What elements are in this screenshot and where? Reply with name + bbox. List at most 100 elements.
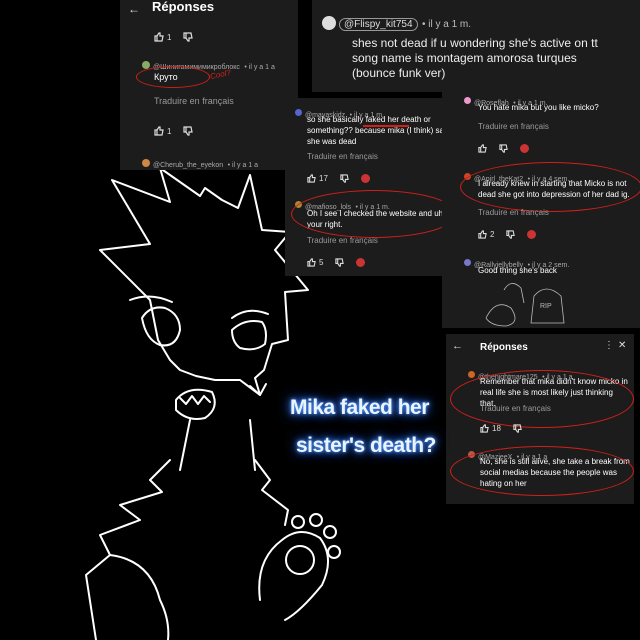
neck xyxy=(179,419,256,471)
translate-link[interactable]: Traduire en français xyxy=(480,404,551,413)
translate-link[interactable]: Traduire en français xyxy=(307,152,378,161)
like-button[interactable]: 17 xyxy=(307,174,328,183)
teeth xyxy=(179,395,211,405)
paw-toe-1 xyxy=(291,515,305,529)
sketch-doodle: RIP xyxy=(485,283,565,327)
avatar[interactable] xyxy=(295,201,302,209)
like-count: 2 xyxy=(490,230,495,239)
like-button[interactable]: 5 xyxy=(307,258,323,267)
thumb-up-icon xyxy=(478,230,487,239)
comment-text: I already knew in starting that Micko is… xyxy=(478,179,630,199)
thumb-down-icon xyxy=(335,258,345,267)
arm xyxy=(109,554,170,640)
thumb-up-icon xyxy=(478,144,487,153)
thumb-up-icon xyxy=(307,174,316,183)
thumb-down-icon xyxy=(513,424,522,433)
comment-time: • il y a 1 m. xyxy=(421,19,472,30)
dislike-button[interactable] xyxy=(340,174,349,183)
translate-link[interactable]: Traduire en français xyxy=(478,122,549,131)
hair-outline xyxy=(99,167,309,396)
body-right xyxy=(254,459,289,526)
like-button[interactable]: 1 xyxy=(154,32,171,42)
creator-heart-icon xyxy=(360,174,370,183)
comment-panel-2: @Flispy_kit754 • il y a 1 m. shes not de… xyxy=(312,0,640,92)
thumb-down-icon xyxy=(183,32,194,42)
thumb-down-icon xyxy=(499,144,508,153)
dislike-button[interactable] xyxy=(513,424,522,433)
thumb-up-icon xyxy=(154,32,164,42)
thumb-down-icon xyxy=(340,174,349,183)
paw xyxy=(258,531,329,621)
translate-link[interactable]: Traduire en français xyxy=(307,236,378,245)
dislike-button[interactable] xyxy=(335,258,345,267)
sketch-label: RIP xyxy=(540,303,552,310)
panel-title: Réponses xyxy=(480,342,528,353)
back-arrow-icon[interactable]: ← xyxy=(128,2,140,16)
dislike-button[interactable] xyxy=(183,126,194,136)
comment-text: You hate mika but you like micko? xyxy=(478,103,599,112)
thumb-up-icon xyxy=(307,258,316,267)
avatar[interactable] xyxy=(464,259,471,267)
translate-link[interactable]: Traduire en français xyxy=(154,96,234,106)
like-count: 1 xyxy=(167,126,172,136)
comment-header: @Flispy_kit754 • il y a 1 m. xyxy=(322,14,471,32)
replies-panel-4: @Roseflah • il y a 1 m. You hate mika bu… xyxy=(442,88,640,328)
avatar[interactable] xyxy=(468,451,475,459)
avatar[interactable] xyxy=(142,158,150,167)
like-count: 1 xyxy=(167,32,172,42)
comment-text: shes not dead if u wondering she's activ… xyxy=(352,36,598,80)
like-button[interactable] xyxy=(478,144,487,153)
like-count: 5 xyxy=(319,258,324,267)
comment-text: Круто xyxy=(154,72,178,82)
comment-time: • il y a 1 a xyxy=(244,64,275,71)
creator-heart-icon xyxy=(356,258,366,267)
avatar[interactable] xyxy=(295,109,302,117)
comment-user[interactable]: @Cherub_the_eyekon xyxy=(153,162,223,169)
mouth xyxy=(175,388,216,420)
like-button[interactable]: 18 xyxy=(480,424,501,433)
dislike-button[interactable] xyxy=(506,230,516,239)
translate-link[interactable]: Traduire en français xyxy=(478,208,549,217)
avatar[interactable] xyxy=(142,60,150,69)
comment-user[interactable]: @Flispy_kit754 xyxy=(339,18,418,31)
comment-text: so she basically faked her death or some… xyxy=(307,115,451,146)
title-line-2: sister's death? xyxy=(296,434,436,457)
close-icon[interactable]: ✕ xyxy=(618,340,626,351)
action-row: 5 xyxy=(307,258,366,267)
right-brow xyxy=(231,309,269,319)
paw-pad xyxy=(285,545,315,575)
like-button[interactable]: 1 xyxy=(154,126,171,136)
action-row: 1 xyxy=(154,32,194,42)
paw-toe-4 xyxy=(327,545,341,559)
paw-toe-2 xyxy=(309,513,323,527)
title-line-1: Mika faked her xyxy=(290,396,429,419)
right-eye xyxy=(231,320,267,351)
paw-toe-3 xyxy=(323,525,337,539)
avatar[interactable] xyxy=(322,15,336,30)
comment-time: • il y a 1 a xyxy=(227,162,259,169)
avatar[interactable] xyxy=(464,97,471,105)
panel-title: Réponses xyxy=(152,0,215,14)
dislike-button[interactable] xyxy=(183,32,194,42)
dislike-button[interactable] xyxy=(499,144,508,153)
comment-header: @Cherub_the_eyekon • il y a 1 a xyxy=(142,154,258,170)
comment-text: Good thing she's back xyxy=(478,266,557,275)
replies-panel-5: ← Réponses ⋮ ✕ @thenightmare125 • il y a… xyxy=(446,334,634,504)
replies-panel-3: @mayaskidz • il y a 1 m. so she basicall… xyxy=(285,98,460,276)
action-row xyxy=(478,144,529,153)
avatar[interactable] xyxy=(464,173,471,181)
body-fur xyxy=(85,459,171,640)
thumb-up-icon xyxy=(154,126,164,136)
more-options-icon[interactable]: ⋮ xyxy=(604,340,614,351)
like-count: 17 xyxy=(319,174,328,183)
creator-heart-icon xyxy=(520,144,529,153)
thumb-up-icon xyxy=(480,424,489,433)
back-arrow-icon[interactable]: ← xyxy=(452,340,463,352)
thumb-down-icon xyxy=(506,230,516,239)
action-row: 2 xyxy=(478,230,537,239)
action-row: 1 xyxy=(154,126,194,136)
creator-heart-icon xyxy=(527,230,537,239)
like-button[interactable]: 2 xyxy=(478,230,494,239)
avatar[interactable] xyxy=(468,371,475,379)
comment-text: No, she is still alive, she take a break… xyxy=(480,457,630,488)
